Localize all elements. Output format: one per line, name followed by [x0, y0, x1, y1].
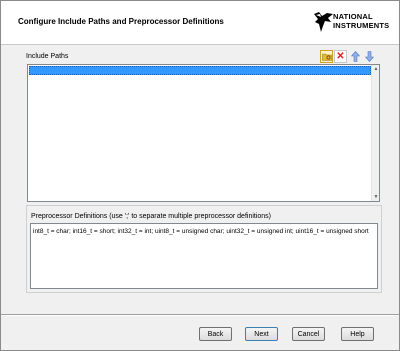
next-button[interactable]: Next [245, 327, 278, 341]
help-button[interactable]: Help [341, 327, 374, 341]
list-item[interactable] [29, 66, 371, 75]
include-paths-list[interactable]: ▲ ▼ [27, 64, 380, 202]
dialog-header: Configure Include Paths and Preprocessor… [1, 1, 399, 45]
preprocessor-label: Preprocessor Definitions (use ';' to sep… [31, 213, 272, 220]
eagle-logo-icon [314, 12, 333, 32]
preprocessor-definitions-field[interactable]: int8_t = char; int16_t = short; int32_t … [30, 223, 378, 289]
arrow-down-icon [365, 51, 374, 62]
include-paths-label: Include Paths [26, 53, 69, 60]
vertical-scrollbar[interactable]: ▲ ▼ [371, 65, 379, 201]
dialog-title: Configure Include Paths and Preprocessor… [18, 17, 224, 26]
delete-x-icon: ✕ [336, 50, 345, 62]
back-button[interactable]: Back [199, 327, 232, 341]
footer-divider [1, 314, 399, 316]
logo-line-2: INSTRUMENTS [333, 20, 390, 30]
logo-wordmark: NATIONAL INSTRUMENTS [333, 12, 390, 30]
scroll-down-icon[interactable]: ▼ [372, 193, 380, 201]
browse-folder-button[interactable] [320, 50, 333, 63]
delete-path-button[interactable]: ✕ [334, 50, 347, 63]
preprocessor-group: Preprocessor Definitions (use ';' to sep… [26, 205, 382, 293]
cancel-button[interactable]: Cancel [292, 327, 325, 341]
move-up-button[interactable] [349, 50, 362, 63]
arrow-up-icon [351, 51, 360, 62]
national-instruments-logo: NATIONAL INSTRUMENTS [313, 10, 393, 34]
scroll-up-icon[interactable]: ▲ [372, 65, 380, 73]
move-down-button[interactable] [363, 50, 376, 63]
browse-folder-icon [321, 53, 332, 61]
